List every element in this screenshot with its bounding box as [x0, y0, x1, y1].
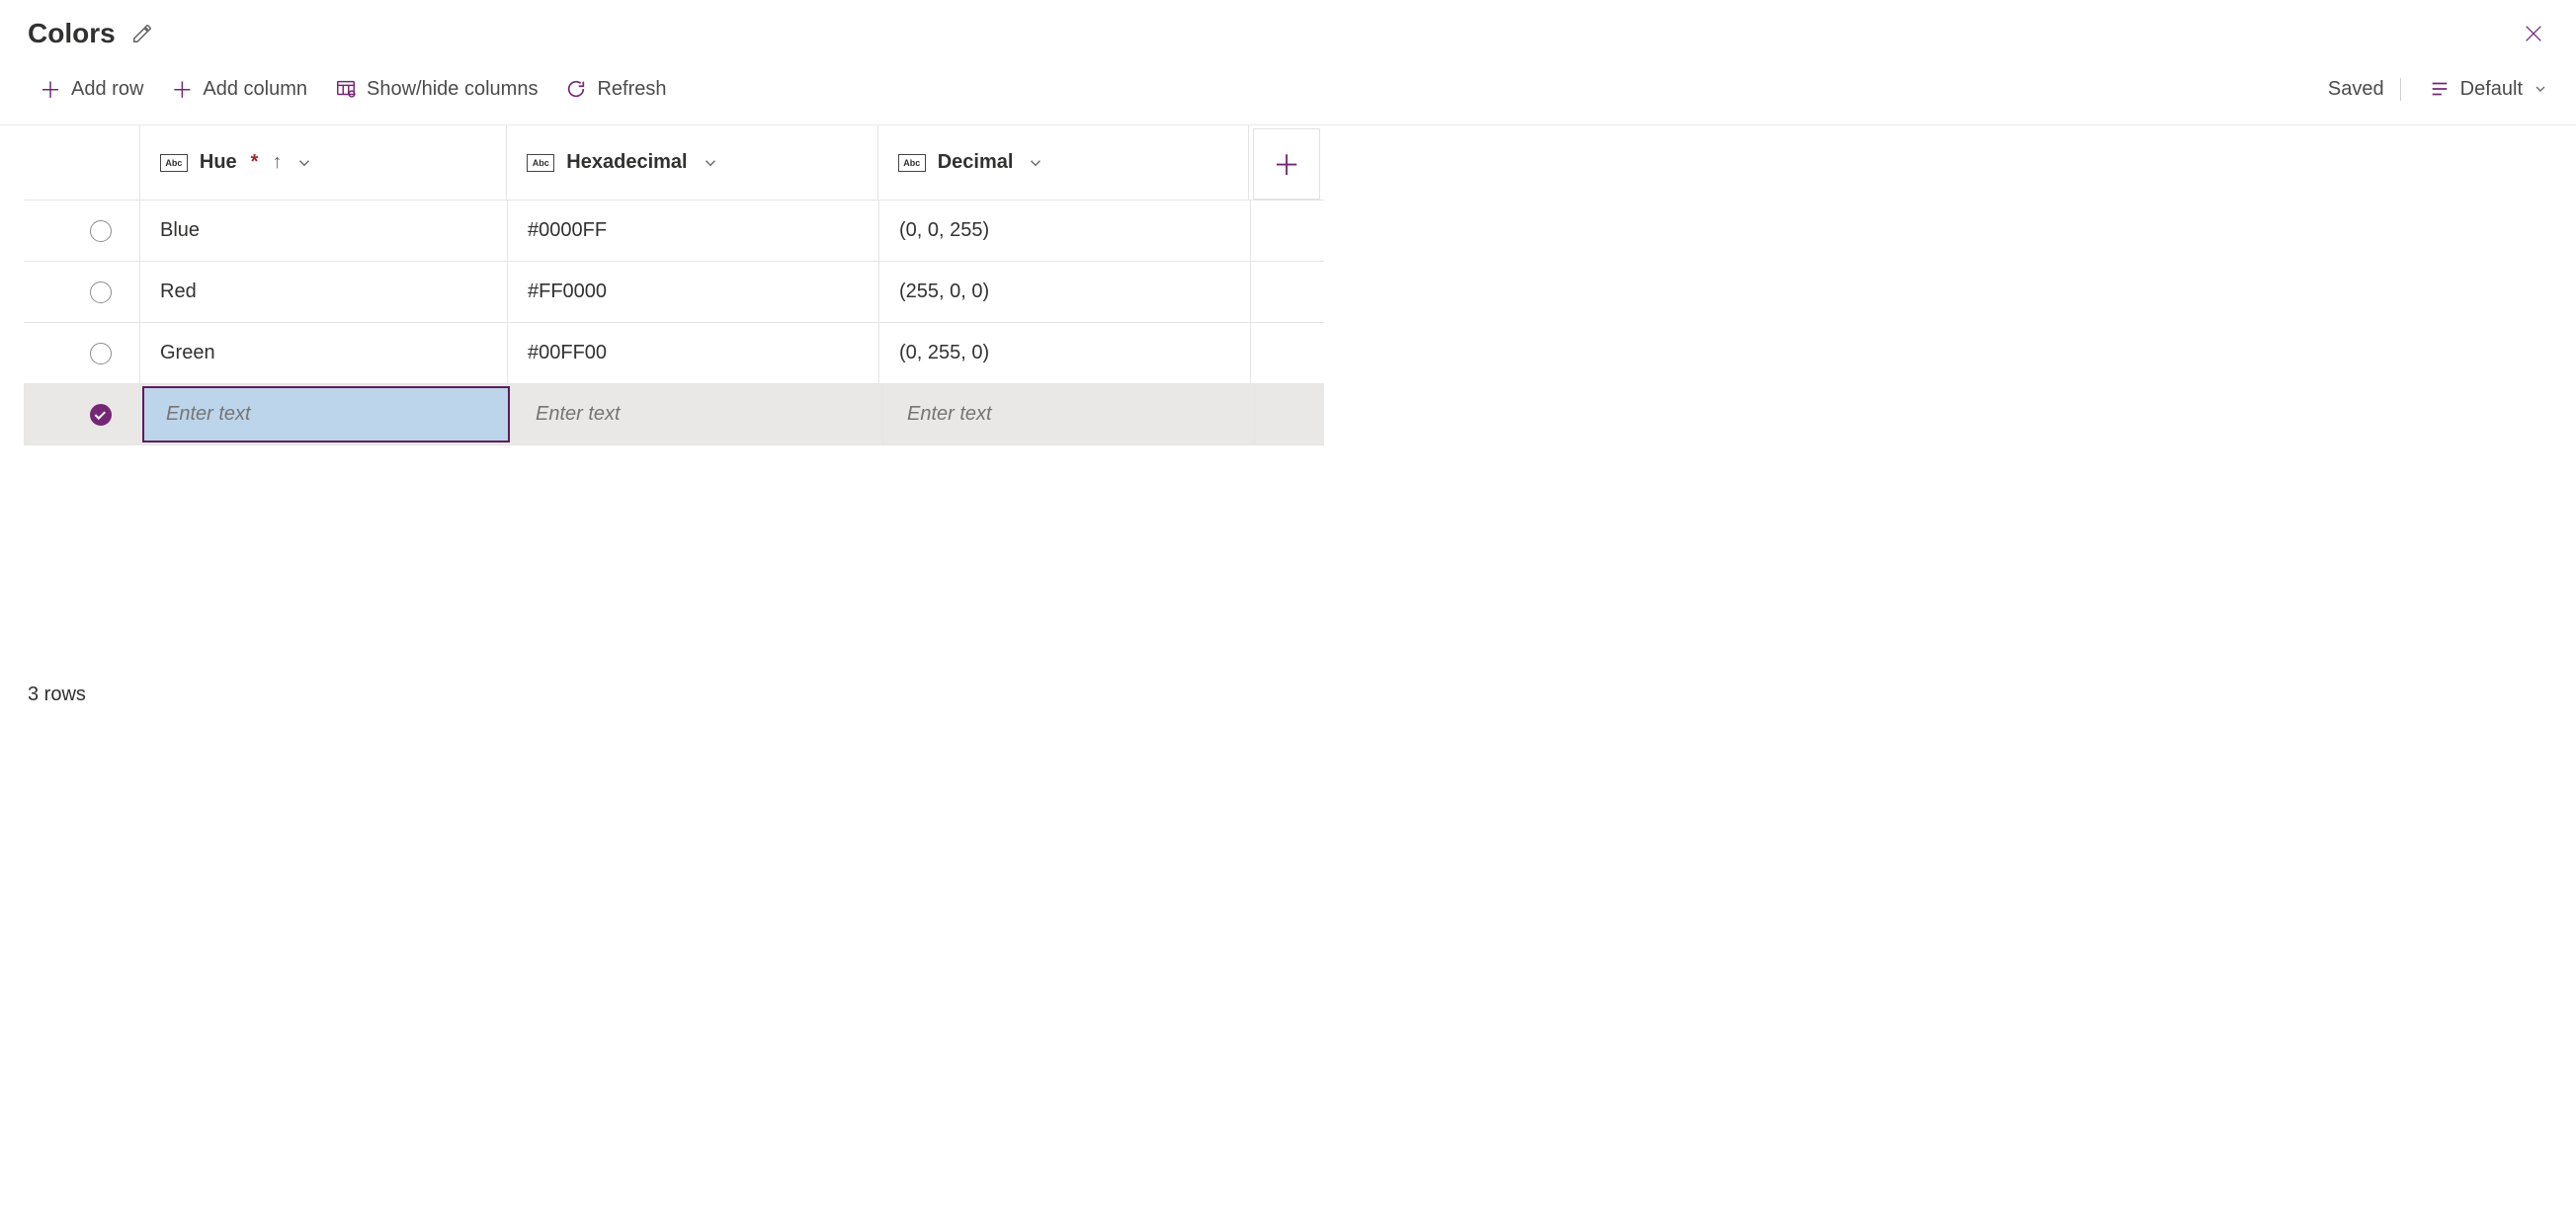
- new-cell-hue[interactable]: [142, 386, 510, 443]
- new-cell-hex[interactable]: [512, 384, 883, 444]
- close-icon[interactable]: [2519, 19, 2548, 48]
- cell-hue[interactable]: Red: [140, 262, 508, 322]
- edit-title-icon[interactable]: [131, 23, 153, 44]
- cell-hex[interactable]: #00FF00: [508, 323, 879, 383]
- select-all-column[interactable]: [24, 125, 140, 200]
- row-select-radio[interactable]: [90, 343, 112, 364]
- add-row-label: Add row: [71, 78, 143, 101]
- required-indicator: *: [251, 151, 259, 174]
- page-title: Colors: [28, 18, 116, 49]
- plus-icon: ＋: [171, 73, 193, 105]
- view-list-icon: [2429, 78, 2451, 100]
- cell-hue[interactable]: Green: [140, 323, 508, 383]
- column-label: Decimal: [938, 151, 1014, 174]
- cell-hex[interactable]: #0000FF: [508, 201, 879, 261]
- chevron-down-icon[interactable]: [1027, 154, 1044, 172]
- dec-input[interactable]: [903, 387, 1234, 443]
- add-column-button[interactable]: ＋ Add column: [167, 71, 311, 107]
- row-count-footer: 3 rows: [0, 660, 86, 706]
- new-cell-dec[interactable]: [883, 384, 1255, 444]
- plus-icon: ＋: [40, 73, 61, 105]
- columns-icon: [335, 78, 357, 100]
- row-select-radio[interactable]: [90, 282, 112, 303]
- cell-hex[interactable]: #FF0000: [508, 262, 879, 322]
- row-select-radio[interactable]: [90, 404, 112, 426]
- add-column-plus-button[interactable]: ＋: [1253, 128, 1320, 200]
- new-row: [24, 384, 1324, 445]
- refresh-button[interactable]: Refresh: [561, 76, 670, 103]
- table-row: Red #FF0000 (255, 0, 0): [24, 262, 1324, 323]
- cell-hue[interactable]: Blue: [140, 201, 508, 261]
- table-row: Green #00FF00 (0, 255, 0): [24, 323, 1324, 384]
- cell-dec[interactable]: (0, 255, 0): [879, 323, 1251, 383]
- text-type-icon: Abc: [160, 154, 188, 172]
- table-row: Blue #0000FF (0, 0, 255): [24, 201, 1324, 262]
- cell-dec[interactable]: (0, 0, 255): [879, 201, 1251, 261]
- view-selector[interactable]: Default: [2429, 78, 2548, 101]
- chevron-down-icon[interactable]: [702, 154, 719, 172]
- row-select-radio[interactable]: [90, 220, 112, 242]
- hex-input[interactable]: [532, 387, 863, 443]
- hue-input[interactable]: [162, 387, 490, 443]
- view-name: Default: [2460, 78, 2523, 101]
- text-type-icon: Abc: [527, 154, 554, 172]
- chevron-down-icon: [2533, 81, 2548, 97]
- data-grid: Abc Hue * ↑ Abc Hexadecimal Abc: [0, 125, 1324, 445]
- grid-header: Abc Hue * ↑ Abc Hexadecimal Abc: [24, 125, 1324, 201]
- column-header-hexadecimal[interactable]: Abc Hexadecimal: [507, 125, 877, 200]
- column-header-decimal[interactable]: Abc Decimal: [878, 125, 1249, 200]
- saved-status: Saved: [2328, 78, 2401, 101]
- column-header-hue[interactable]: Abc Hue * ↑: [140, 125, 507, 200]
- chevron-down-icon[interactable]: [295, 154, 313, 172]
- title-bar: Colors: [0, 0, 2576, 57]
- show-hide-columns-button[interactable]: Show/hide columns: [331, 76, 541, 103]
- sort-asc-icon: ↑: [272, 151, 282, 174]
- add-row-button[interactable]: ＋ Add row: [36, 71, 147, 107]
- add-column-label: Add column: [203, 78, 307, 101]
- toolbar: ＋ Add row ＋ Add column Show/hide columns…: [0, 57, 2576, 125]
- text-type-icon: Abc: [898, 154, 926, 172]
- show-hide-label: Show/hide columns: [367, 78, 538, 101]
- app-root: Colors ＋ Add row ＋ Add column: [0, 0, 2576, 445]
- cell-dec[interactable]: (255, 0, 0): [879, 262, 1251, 322]
- column-label: Hue: [200, 151, 237, 174]
- refresh-icon: [565, 78, 587, 100]
- column-label: Hexadecimal: [566, 151, 687, 174]
- refresh-label: Refresh: [597, 78, 666, 101]
